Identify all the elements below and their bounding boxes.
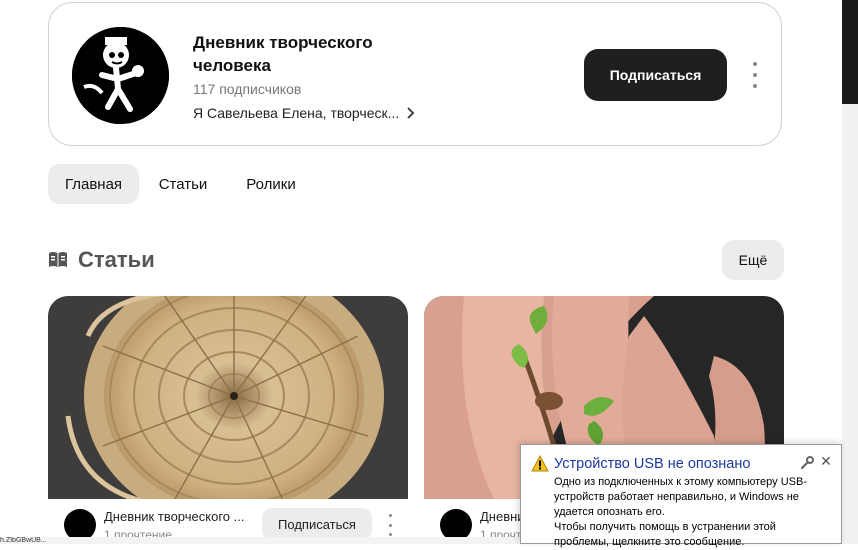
tab-main[interactable]: Главная [48,164,139,204]
channel-title[interactable]: Дневник творческого человека [193,31,433,77]
more-options-icon[interactable] [747,62,763,88]
articles-icon [49,252,67,267]
author-name[interactable]: Дневник творческого ... [104,509,244,524]
article-thumbnail-basket [48,296,408,499]
more-button[interactable]: Ещё [722,240,784,280]
notification-body-line2: Чтобы получить помощь в устранении этой … [554,521,776,548]
section-header: Статьи [48,247,155,273]
tab-videos[interactable]: Ролики [232,164,310,204]
subscribe-button[interactable]: Подписаться [584,49,727,101]
article-card[interactable]: Дневник творческого ... 1 прочтение Подп… [48,296,408,544]
avatar-drawing-icon [72,27,169,124]
notification-title: Устройство USB не опознано [554,456,751,472]
warning-icon [531,455,549,472]
card-subscribe-button[interactable]: Подписаться [262,508,372,540]
status-bar-url: h.ZIbGBwUB... [0,537,520,544]
wrench-icon[interactable] [799,455,815,471]
tab-articles[interactable]: Статьи [146,164,220,204]
channel-description-text: Я Савельева Елена, творческ... [193,105,400,121]
card-more-icon[interactable] [386,514,394,536]
usb-notification[interactable]: Устройство USB не опознано ✕ Одно из под… [520,444,842,548]
notification-body: Одно из подключенных к этому компьютеру … [554,475,824,550]
notification-body-line1: Одно из подключенных к этому компьютеру … [554,476,807,518]
subscriber-count: 117 подписчиков [193,81,302,97]
close-icon[interactable]: ✕ [819,453,833,469]
chevron-right-icon [407,107,415,119]
section-title: Статьи [78,247,155,272]
channel-avatar[interactable] [72,27,169,124]
page-scrollbar-thumb[interactable] [842,0,858,104]
channel-description[interactable]: Я Савельева Елена, творческ... [193,105,415,121]
